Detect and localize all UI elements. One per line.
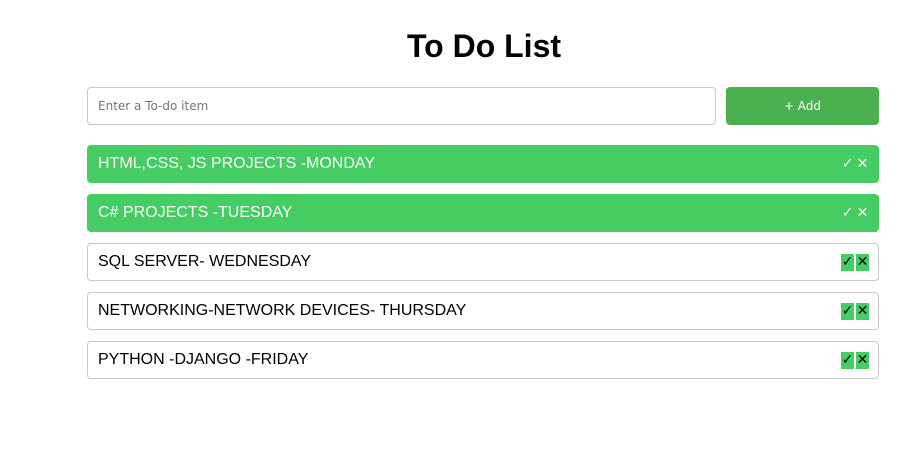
checkmark-icon[interactable]: ✓: [841, 303, 854, 320]
close-icon[interactable]: ✕: [856, 303, 869, 320]
close-icon[interactable]: ✕: [856, 205, 869, 222]
todo-list: HTML,CSS, JS PROJECTS -MONDAY ✓ ✕ C# PRO…: [87, 145, 879, 390]
todo-item-actions: ✓ ✕: [841, 254, 869, 271]
todo-item-actions: ✓ ✕: [841, 205, 869, 222]
todo-item-text: PYTHON -DJANGO -FRIDAY: [98, 351, 309, 368]
todo-item-text: SQL SERVER- WEDNESDAY: [98, 253, 312, 270]
todo-item: C# PROJECTS -TUESDAY ✓ ✕: [87, 194, 879, 232]
close-icon[interactable]: ✕: [856, 156, 869, 173]
close-icon[interactable]: ✕: [856, 352, 869, 369]
todo-item: PYTHON -DJANGO -FRIDAY ✓ ✕: [87, 341, 879, 379]
checkmark-icon[interactable]: ✓: [841, 254, 854, 271]
todo-item-actions: ✓ ✕: [841, 156, 869, 173]
todo-item-text: C# PROJECTS -TUESDAY: [98, 204, 293, 221]
todo-item-actions: ✓ ✕: [841, 352, 869, 369]
todo-item-actions: ✓ ✕: [841, 303, 869, 320]
page-title: To Do List: [406, 28, 562, 64]
todo-item: SQL SERVER- WEDNESDAY ✓ ✕: [87, 243, 879, 281]
checkmark-icon[interactable]: ✓: [841, 352, 854, 369]
todo-item-text: HTML,CSS, JS PROJECTS -MONDAY: [98, 155, 376, 172]
add-button[interactable]: + Add: [726, 87, 879, 125]
todo-app: To Do List + Add HTML,CSS, JS PROJECTS -…: [0, 0, 921, 470]
close-icon[interactable]: ✕: [856, 254, 869, 271]
checkmark-icon[interactable]: ✓: [841, 156, 854, 173]
todo-item: HTML,CSS, JS PROJECTS -MONDAY ✓ ✕: [87, 145, 879, 183]
todo-item: NETWORKING-NETWORK DEVICES- THURSDAY ✓ ✕: [87, 292, 879, 330]
checkmark-icon[interactable]: ✓: [841, 205, 854, 222]
todo-input[interactable]: [87, 87, 716, 125]
todo-item-text: NETWORKING-NETWORK DEVICES- THURSDAY: [98, 302, 467, 319]
